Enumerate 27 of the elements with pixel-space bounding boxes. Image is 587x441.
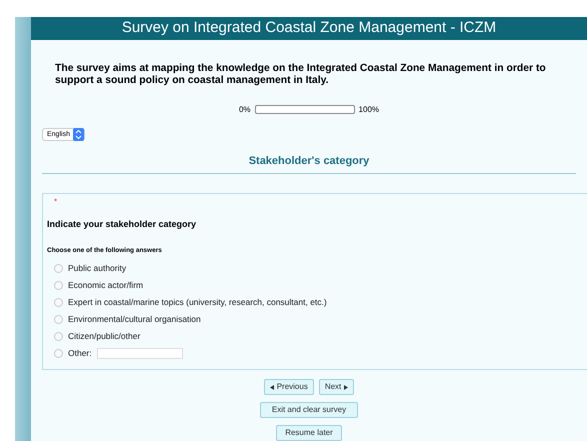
right-triangle-icon (344, 384, 348, 390)
radio-button[interactable] (54, 264, 63, 273)
option-label: Citizen/public/other (68, 330, 140, 343)
next-button[interactable]: Next (318, 379, 354, 395)
radio-button[interactable] (54, 332, 63, 341)
option-label: Economic actor/firm (68, 278, 144, 292)
question-text: Indicate your stakeholder category (47, 218, 198, 231)
exit-button[interactable]: Exit and clear survey (260, 402, 358, 418)
left-triangle-icon (270, 384, 274, 390)
radio-button[interactable] (54, 280, 63, 290)
other-input-field[interactable] (96, 348, 183, 359)
progress-start-label: 0% (238, 104, 251, 116)
option-label: Environmental/cultural organisation (68, 312, 201, 326)
resume-later-button[interactable]: Resume later (276, 425, 342, 441)
option-label: Public authority (68, 262, 126, 275)
progress-end-label: 100% (358, 104, 380, 116)
previous-button[interactable]: Previous (264, 379, 314, 395)
required-mark: * (54, 196, 58, 208)
survey-description: The survey aims at mapping the knowledge on the Integrated Coastal Zone Management in order to support a sound policy on coastal management in Italy. (55, 62, 547, 86)
radio-button[interactable] (54, 314, 63, 324)
group-title: Stakeholder's category (248, 154, 370, 166)
option-label: Expert in coastal/marine topics (university, research, consultant, etc.) (68, 296, 327, 309)
radio-button[interactable] (54, 298, 63, 307)
radio-button[interactable] (54, 348, 63, 358)
dropdown-arrows-icon (72, 128, 84, 142)
option-label: Other: (68, 346, 92, 360)
survey-title: Survey on Integrated Coastal Zone Management - ICZM (122, 18, 496, 38)
